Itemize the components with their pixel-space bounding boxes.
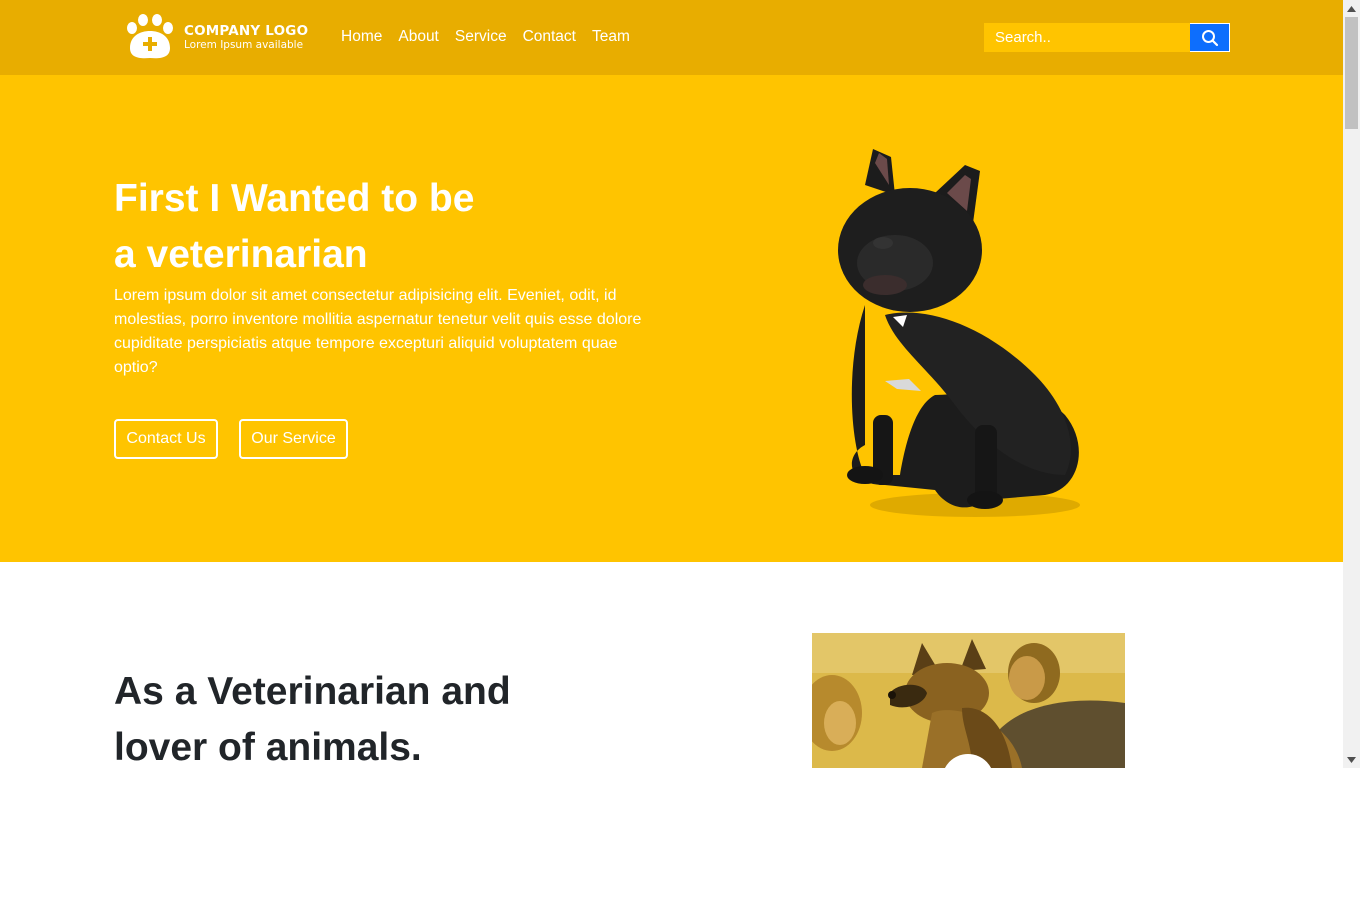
vet-with-dog-image — [812, 633, 1125, 768]
navbar: COMPANY LOGO Lorem Ipsum available Home … — [0, 0, 1343, 75]
nav-link-home[interactable]: Home — [341, 28, 382, 46]
nav-link-service[interactable]: Service — [455, 28, 507, 46]
scrollbar-thumb[interactable] — [1345, 17, 1358, 129]
contact-us-button[interactable]: Contact Us — [114, 419, 218, 459]
page-viewport: COMPANY LOGO Lorem Ipsum available Home … — [0, 0, 1343, 768]
hero-title-line2: a veterinarian — [114, 233, 368, 276]
company-logo[interactable]: COMPANY LOGO Lorem Ipsum available — [124, 13, 319, 61]
about-title-line1: As a Veterinarian and — [114, 670, 511, 713]
logo-title: COMPANY LOGO — [184, 22, 309, 39]
search-button[interactable] — [1190, 23, 1230, 52]
nav-links: Home About Service Contact Team — [341, 28, 646, 46]
arrow-down-icon[interactable] — [1343, 751, 1360, 768]
search-input[interactable] — [984, 23, 1190, 52]
paw-cross-icon — [124, 14, 176, 60]
french-bulldog-image — [825, 145, 1095, 525]
search-icon — [1201, 29, 1218, 46]
logo-subtitle: Lorem Ipsum available — [184, 38, 304, 51]
nav-link-about[interactable]: About — [398, 28, 439, 46]
hero-title: First I Wanted to be a veterinarian — [114, 171, 634, 283]
vertical-scrollbar[interactable] — [1343, 0, 1360, 768]
hero-title-line1: First I Wanted to be — [114, 177, 475, 220]
search-form — [984, 23, 1230, 52]
hero-section: First I Wanted to be a veterinarian Lore… — [0, 75, 1343, 562]
nav-link-contact[interactable]: Contact — [523, 28, 576, 46]
nav-link-team[interactable]: Team — [592, 28, 630, 46]
about-title-line2: lover of animals. — [114, 726, 422, 768]
hero-description: Lorem ipsum dolor sit amet consectetur a… — [114, 287, 642, 376]
about-title: As a Veterinarian and lover of animals. — [114, 664, 634, 768]
arrow-up-icon[interactable] — [1343, 0, 1360, 17]
our-service-button[interactable]: Our Service — [239, 419, 348, 459]
